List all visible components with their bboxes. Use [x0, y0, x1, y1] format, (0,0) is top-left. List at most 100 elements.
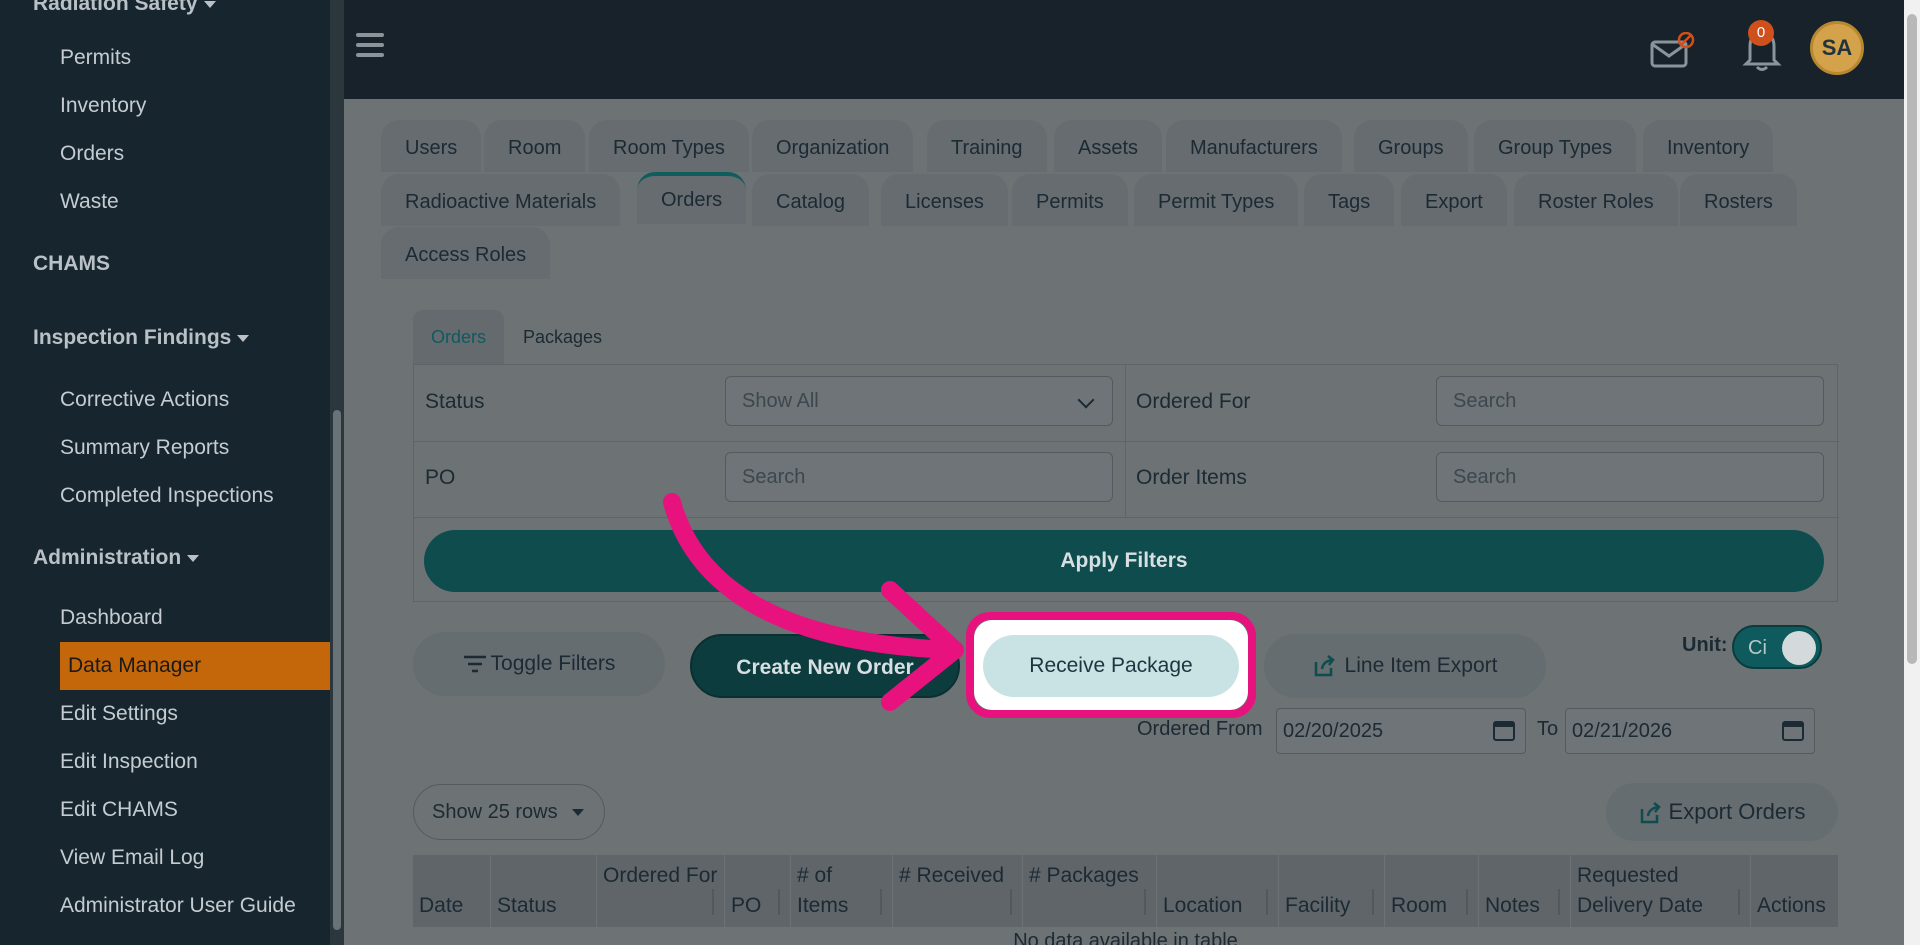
- rows-per-page-select[interactable]: Show 25 rows: [413, 784, 605, 840]
- ordered-for-input[interactable]: Search: [1436, 376, 1824, 426]
- sidebar-item-permits[interactable]: Permits: [60, 46, 131, 70]
- sidebar-item-edit-settings[interactable]: Edit Settings: [60, 702, 178, 726]
- sidebar-scrollbar[interactable]: [330, 0, 344, 945]
- ordered-for-label: Ordered For: [1136, 390, 1251, 413]
- sidebar-item-completed-inspections[interactable]: Completed Inspections: [60, 484, 274, 508]
- unit-toggle-value: Ci: [1748, 637, 1767, 659]
- annotation-arrow-icon: [663, 493, 964, 711]
- page-scrollbar-thumb[interactable]: [1907, 14, 1917, 664]
- column-header-num-items[interactable]: # of Items: [791, 855, 893, 927]
- sort-icon: [1010, 889, 1016, 915]
- sidebar-item-admin-user-guide[interactable]: Administrator User Guide: [60, 894, 296, 918]
- sidebar-section-chams[interactable]: CHAMS: [33, 252, 110, 276]
- tab-assets[interactable]: Assets: [1054, 120, 1163, 172]
- export-icon: [1640, 802, 1661, 824]
- tab-rosters[interactable]: Rosters: [1680, 174, 1797, 226]
- status-select[interactable]: Show All: [725, 376, 1113, 426]
- ordered-to-input[interactable]: 02/21/2026: [1565, 708, 1815, 754]
- column-header-actions: Actions: [1757, 894, 1826, 917]
- mail-disabled-icon[interactable]: [1650, 32, 1696, 70]
- toggle-filters-label: Toggle Filters: [490, 652, 616, 675]
- calendar-icon[interactable]: [1493, 721, 1515, 741]
- column-header-location[interactable]: Location: [1157, 855, 1279, 927]
- filter-divider: [414, 517, 1839, 518]
- page-scrollbar[interactable]: [1904, 0, 1920, 945]
- ordered-from-value: 02/20/2025: [1283, 720, 1384, 742]
- sort-icon: [1738, 889, 1744, 915]
- avatar[interactable]: SA: [1810, 21, 1864, 75]
- tab-licenses[interactable]: Licenses: [881, 174, 1008, 226]
- tab-organization[interactable]: Organization: [752, 120, 914, 172]
- column-header-notes[interactable]: Notes: [1479, 855, 1571, 927]
- column-header-facility[interactable]: Facility: [1279, 855, 1385, 927]
- ordered-from-input[interactable]: 02/20/2025: [1276, 708, 1526, 754]
- sidebar-item-data-manager[interactable]: Data Manager: [60, 642, 330, 690]
- column-header-po[interactable]: PO: [725, 855, 791, 927]
- sort-icon: [880, 889, 886, 915]
- notification-count-badge: 0: [1748, 20, 1774, 46]
- column-header-num-packages[interactable]: # Packages: [1023, 855, 1157, 927]
- subtab-orders[interactable]: Orders: [413, 310, 505, 364]
- top-bar: 0 SA: [344, 0, 1904, 99]
- toggle-filters-button[interactable]: Toggle Filters: [413, 632, 665, 696]
- sidebar-item-inventory[interactable]: Inventory: [60, 94, 146, 118]
- tab-roster-roles[interactable]: Roster Roles: [1514, 174, 1678, 226]
- calendar-icon[interactable]: [1782, 721, 1804, 741]
- sidebar-item-corrective-actions[interactable]: Corrective Actions: [60, 388, 229, 412]
- tab-inventory[interactable]: Inventory: [1643, 120, 1774, 172]
- unit-label: Unit:: [1682, 634, 1728, 656]
- sidebar-section-inspection-findings[interactable]: Inspection Findings: [33, 326, 250, 350]
- tab-room-types[interactable]: Room Types: [589, 120, 749, 172]
- receive-package-button[interactable]: Receive Package: [983, 635, 1239, 697]
- caret-down-icon: [203, 0, 216, 8]
- sidebar-item-edit-chams[interactable]: Edit CHAMS: [60, 798, 178, 822]
- sidebar-item-dashboard[interactable]: Dashboard: [60, 606, 163, 630]
- hamburger-menu-icon[interactable]: [356, 33, 384, 63]
- tab-permit-types[interactable]: Permit Types: [1134, 174, 1299, 226]
- ordered-from-label: Ordered From: [1137, 718, 1263, 740]
- tab-users[interactable]: Users: [381, 120, 482, 172]
- sidebar-item-view-email-log[interactable]: View Email Log: [60, 846, 204, 870]
- sort-icon: [1372, 889, 1378, 915]
- tab-groups[interactable]: Groups: [1354, 120, 1468, 172]
- tab-export[interactable]: Export: [1401, 174, 1507, 226]
- tab-training[interactable]: Training: [927, 120, 1047, 172]
- tab-tags[interactable]: Tags: [1304, 174, 1395, 226]
- sidebar-item-orders[interactable]: Orders: [60, 142, 124, 166]
- subtab-packages[interactable]: Packages: [505, 310, 620, 364]
- tab-orders[interactable]: Orders: [637, 172, 747, 224]
- column-header-ordered-for[interactable]: Ordered For: [597, 855, 725, 927]
- column-header-requested-delivery-date[interactable]: Requested Delivery Date: [1571, 855, 1751, 927]
- status-select-value: Show All: [742, 390, 819, 412]
- sidebar-scrollbar-thumb[interactable]: [333, 410, 341, 930]
- empty-table-message: No data available in table: [1013, 930, 1238, 945]
- tab-room[interactable]: Room: [484, 120, 586, 172]
- sidebar-item-summary-reports[interactable]: Summary Reports: [60, 436, 229, 460]
- sidebar-item-edit-inspection[interactable]: Edit Inspection: [60, 750, 198, 774]
- caret-down-icon: [187, 554, 200, 562]
- sidebar-section-radiation-safety[interactable]: Radiation Safety: [33, 0, 216, 16]
- column-header-num-received[interactable]: # Received: [893, 855, 1023, 927]
- sidebar-item-waste[interactable]: Waste: [60, 190, 119, 214]
- column-header-status[interactable]: Status: [491, 855, 597, 927]
- sort-icon: [1466, 889, 1472, 915]
- export-orders-button[interactable]: Export Orders: [1606, 783, 1838, 841]
- column-header-date[interactable]: Date: [413, 855, 491, 927]
- apply-filters-button[interactable]: Apply Filters: [424, 530, 1824, 592]
- tab-radioactive-materials[interactable]: Radioactive Materials: [381, 174, 621, 226]
- tab-group-types[interactable]: Group Types: [1474, 120, 1637, 172]
- table-header: Date Status Ordered For PO # of Items # …: [413, 855, 1838, 927]
- line-item-export-button[interactable]: Line Item Export: [1264, 634, 1546, 698]
- tab-access-roles[interactable]: Access Roles: [381, 227, 551, 279]
- to-label: To: [1537, 718, 1559, 740]
- unit-toggle[interactable]: Ci: [1732, 625, 1822, 669]
- tab-manufacturers[interactable]: Manufacturers: [1166, 120, 1342, 172]
- sidebar-section-administration[interactable]: Administration: [33, 546, 200, 570]
- tab-catalog[interactable]: Catalog: [752, 174, 869, 226]
- sort-icon: [1144, 889, 1150, 915]
- tab-permits[interactable]: Permits: [1012, 174, 1128, 226]
- column-header-room[interactable]: Room: [1385, 855, 1479, 927]
- order-items-input[interactable]: Search: [1436, 452, 1824, 502]
- sort-icon: [712, 889, 718, 915]
- sort-icon: [1266, 889, 1272, 915]
